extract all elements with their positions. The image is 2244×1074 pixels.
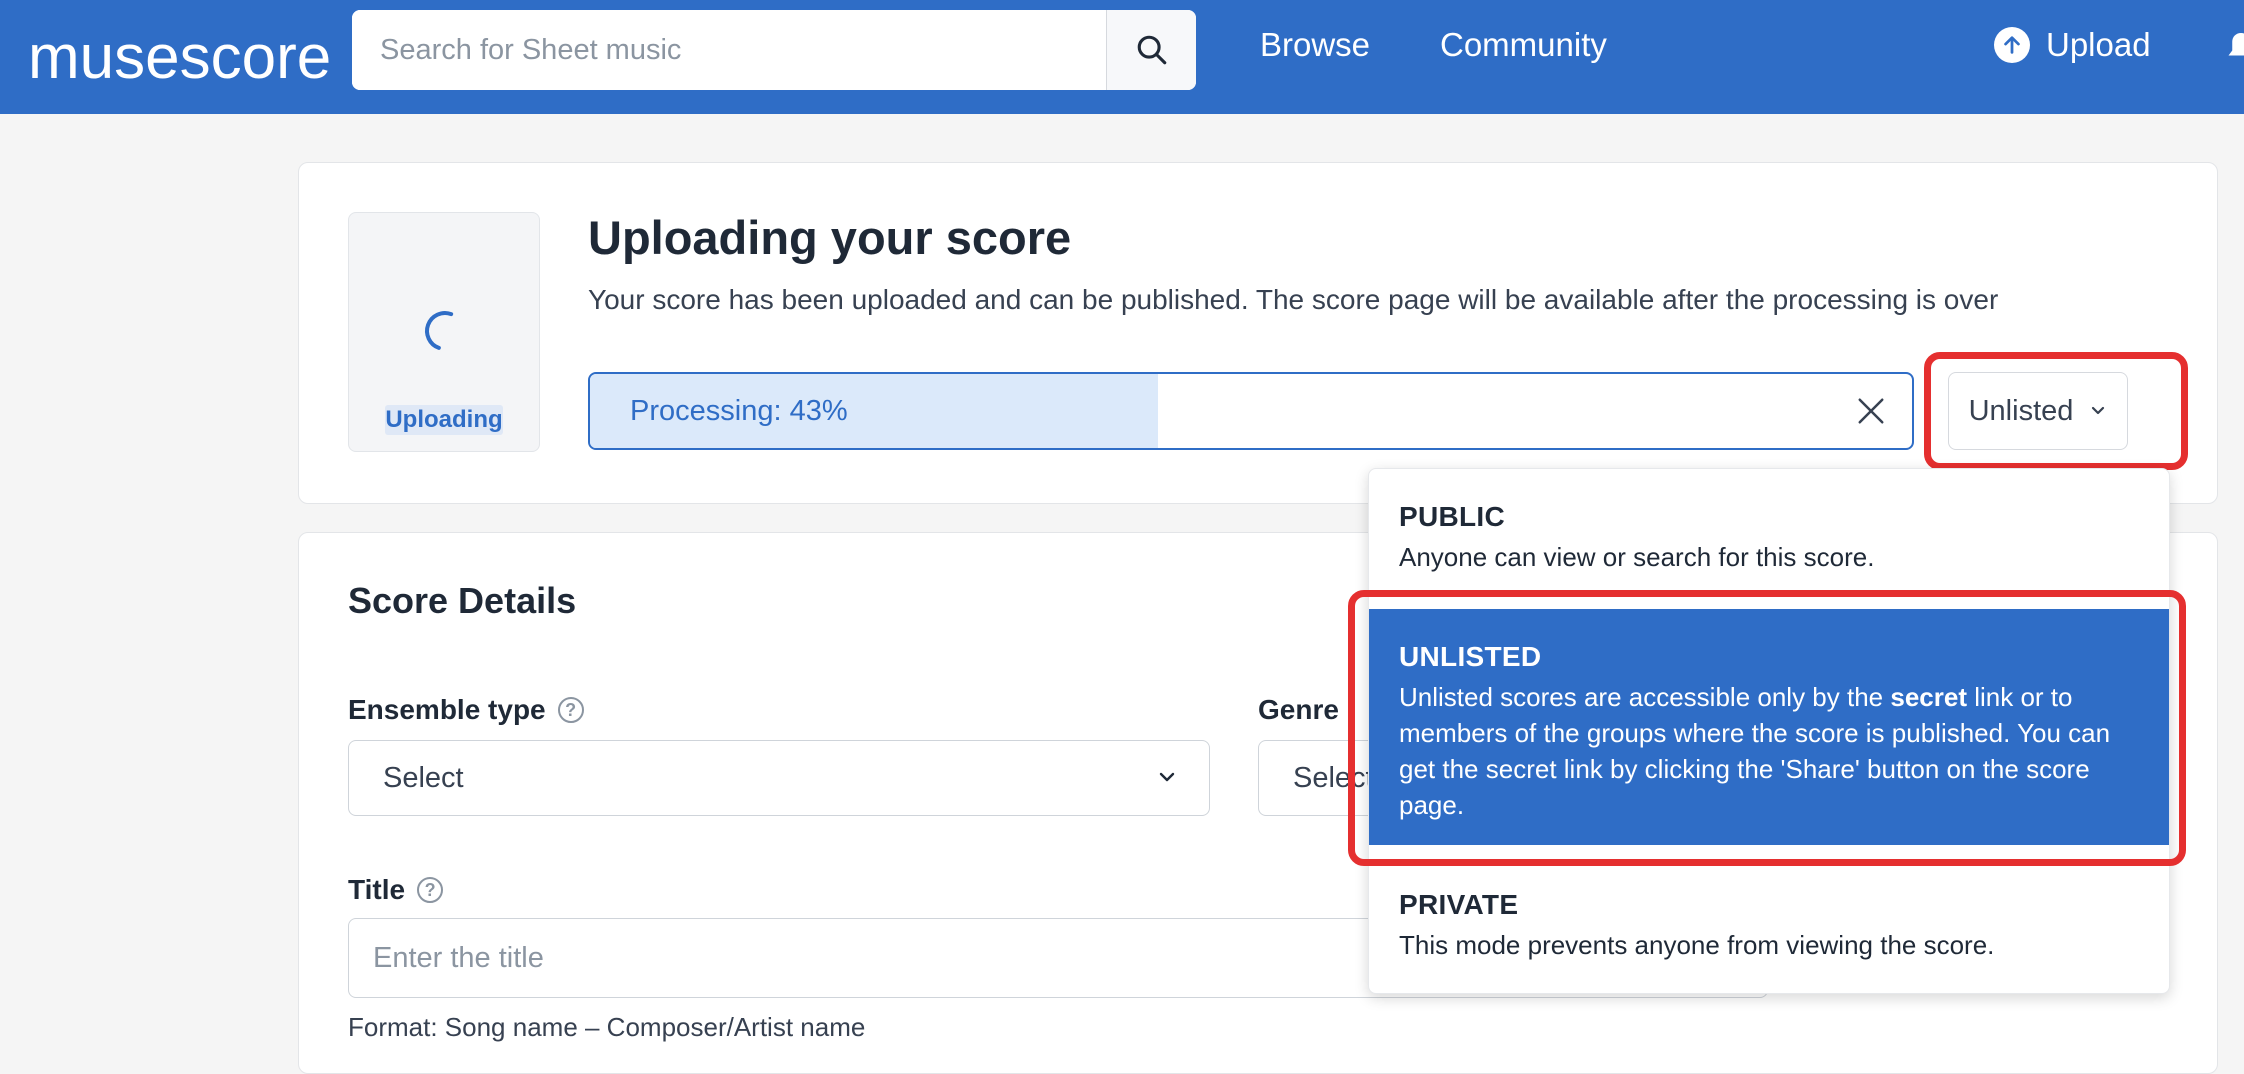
loading-spinner-icon xyxy=(425,311,454,350)
option-public[interactable]: PUBLIC Anyone can view or search for thi… xyxy=(1369,501,2169,575)
genre-label: Genre xyxy=(1258,694,1339,726)
help-icon[interactable]: ? xyxy=(417,877,444,903)
highlight-annotation xyxy=(1924,352,2188,470)
bell-icon[interactable] xyxy=(2226,30,2244,71)
nav-community[interactable]: Community xyxy=(1440,26,1607,64)
option-public-description: Anyone can view or search for this score… xyxy=(1399,542,1875,572)
logo-text: musescore xyxy=(28,22,332,92)
upload-button[interactable]: Upload xyxy=(1994,26,2151,64)
upload-status-label: Uploading xyxy=(385,405,503,435)
ensemble-type-value: Select xyxy=(383,761,464,794)
arrow-up-circle-icon xyxy=(1994,27,2030,63)
progress-bar: Processing: 43% xyxy=(588,372,1914,450)
chevron-down-icon xyxy=(1159,772,1175,782)
ensemble-type-text: Ensemble type xyxy=(348,694,546,725)
score-thumbnail: Uploading xyxy=(348,212,540,452)
genre-text: Genre xyxy=(1258,694,1339,725)
page-title: Uploading your score xyxy=(588,211,1072,264)
highlight-annotation xyxy=(1348,590,2186,866)
option-private-description: This mode prevents anyone from viewing t… xyxy=(1399,930,1995,960)
ensemble-type-label: Ensemble type ? xyxy=(348,694,584,726)
upload-subtitle: Your score has been uploaded and can be … xyxy=(588,284,1999,315)
title-format-hint: Format: Song name – Composer/Artist name xyxy=(348,1012,866,1042)
search-icon xyxy=(1137,35,1167,65)
ensemble-type-select[interactable]: Select xyxy=(348,740,1210,816)
search-button[interactable] xyxy=(1106,10,1196,90)
search-input[interactable] xyxy=(352,10,1104,90)
top-nav-bar: musescore Browse Community Upload xyxy=(0,0,2244,114)
option-private-title: PRIVATE xyxy=(1399,889,1519,920)
progress-label: Processing: 43% xyxy=(630,395,848,427)
musescore-logo[interactable]: musescore xyxy=(28,14,331,100)
section-heading: Score Details xyxy=(348,580,577,621)
close-icon[interactable] xyxy=(1856,396,1886,426)
title-label: Title ? xyxy=(348,874,444,906)
search-bar xyxy=(352,10,1196,90)
nav-browse[interactable]: Browse xyxy=(1260,26,1370,64)
title-label-text: Title xyxy=(348,874,406,905)
option-public-title: PUBLIC xyxy=(1399,501,1506,532)
option-private[interactable]: PRIVATE This mode prevents anyone from v… xyxy=(1369,889,2169,963)
help-icon[interactable]: ? xyxy=(557,697,584,723)
upload-label: Upload xyxy=(2046,26,2151,63)
